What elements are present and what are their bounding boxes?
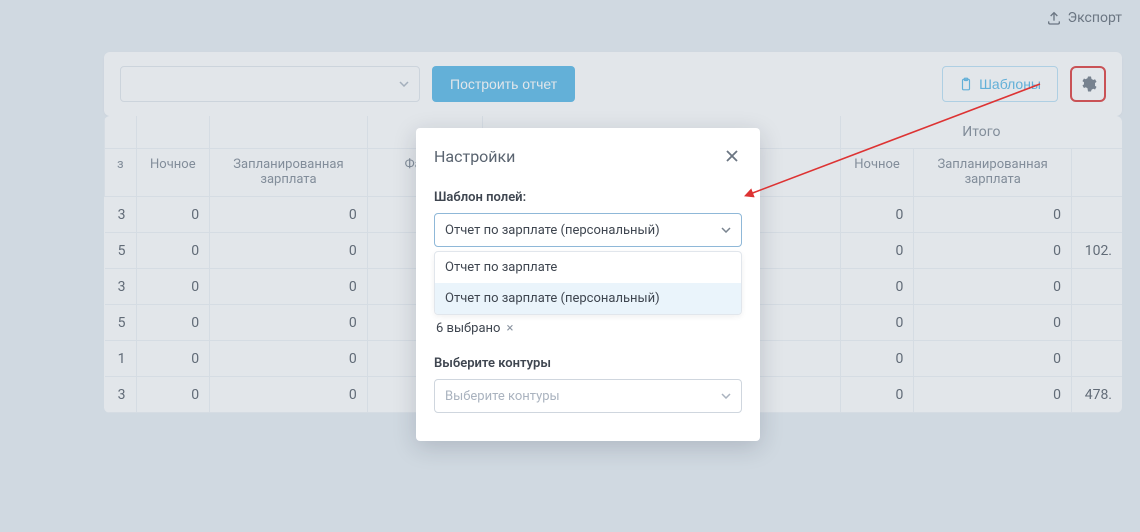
col-planned-salary: Запланированная зарплата bbox=[210, 149, 368, 197]
cell: 0 bbox=[914, 377, 1072, 413]
contours-field-label: Выберите контуры bbox=[434, 356, 742, 371]
cell: 0 bbox=[210, 269, 368, 305]
column-group-total: Итого bbox=[840, 116, 1122, 149]
gear-icon bbox=[1079, 75, 1097, 93]
cell: 0 bbox=[840, 269, 914, 305]
settings-button[interactable] bbox=[1070, 66, 1106, 102]
template-select[interactable]: Отчет по зарплате (персональный) bbox=[434, 213, 742, 247]
contours-select[interactable]: Выберите контуры bbox=[434, 379, 742, 413]
template-option[interactable]: Отчет по зарплате bbox=[435, 252, 741, 283]
cell: 0 bbox=[914, 197, 1072, 233]
cell: 0 bbox=[210, 377, 368, 413]
cell: 0 bbox=[136, 341, 210, 377]
cell: 3 bbox=[105, 377, 137, 413]
cell: 0 bbox=[136, 269, 210, 305]
clear-tag-icon[interactable]: × bbox=[506, 321, 513, 336]
col-planned-salary-2: Запланированная зарплата bbox=[914, 149, 1072, 197]
report-type-select[interactable] bbox=[120, 66, 420, 102]
cell: 0 bbox=[840, 377, 914, 413]
chevron-down-icon bbox=[721, 393, 731, 399]
col-night-2: Ночное bbox=[840, 149, 914, 197]
cell: 0 bbox=[210, 197, 368, 233]
cell: 0 bbox=[136, 305, 210, 341]
cell: 5 bbox=[105, 305, 137, 341]
template-select-value: Отчет по зарплате (персональный) bbox=[445, 223, 660, 238]
chevron-down-icon bbox=[399, 81, 409, 87]
settings-modal: Настройки Шаблон полей: Отчет по зарплат… bbox=[416, 128, 760, 441]
cell: 3 bbox=[105, 269, 137, 305]
cell bbox=[1072, 305, 1123, 341]
close-button[interactable] bbox=[722, 146, 742, 166]
cell: 0 bbox=[210, 341, 368, 377]
cell: 0 bbox=[210, 305, 368, 341]
contours-placeholder: Выберите контуры bbox=[445, 389, 560, 404]
templates-button[interactable]: Шаблоны bbox=[942, 66, 1058, 102]
clipboard-icon bbox=[959, 76, 973, 92]
export-link[interactable]: Экспорт bbox=[1046, 10, 1122, 26]
export-icon bbox=[1046, 10, 1062, 26]
cell: 102. bbox=[1072, 233, 1123, 269]
cell: 478. bbox=[1072, 377, 1123, 413]
template-field-label: Шаблон полей: bbox=[434, 190, 742, 205]
template-option[interactable]: Отчет по зарплате (персональный) bbox=[435, 283, 741, 314]
cell: 0 bbox=[840, 305, 914, 341]
selected-count-tag[interactable]: 6 выбрано × bbox=[436, 321, 513, 336]
cell: 0 bbox=[914, 305, 1072, 341]
cell: 0 bbox=[136, 197, 210, 233]
cell: 0 bbox=[914, 269, 1072, 305]
toolbar-card: Построить отчет Шаблоны bbox=[104, 52, 1122, 116]
close-icon bbox=[725, 149, 739, 163]
modal-title: Настройки bbox=[434, 147, 515, 166]
col-stub: з bbox=[105, 149, 137, 197]
template-dropdown: Отчет по зарплате Отчет по зарплате (пер… bbox=[434, 251, 742, 315]
cell: 0 bbox=[136, 233, 210, 269]
cell: 0 bbox=[136, 377, 210, 413]
cell: 0 bbox=[210, 233, 368, 269]
cell: 0 bbox=[840, 233, 914, 269]
cell: 1 bbox=[105, 341, 137, 377]
cell: 5 bbox=[105, 233, 137, 269]
cell: 0 bbox=[914, 341, 1072, 377]
cell: 0 bbox=[840, 197, 914, 233]
chevron-down-icon bbox=[721, 227, 731, 233]
col-night: Ночное bbox=[136, 149, 210, 197]
cell: 0 bbox=[840, 341, 914, 377]
cell bbox=[1072, 197, 1123, 233]
cell: 0 bbox=[914, 233, 1072, 269]
cell: 3 bbox=[105, 197, 137, 233]
export-label: Экспорт bbox=[1068, 10, 1122, 26]
build-report-button[interactable]: Построить отчет bbox=[432, 66, 575, 102]
cell bbox=[1072, 269, 1123, 305]
cell bbox=[1072, 341, 1123, 377]
